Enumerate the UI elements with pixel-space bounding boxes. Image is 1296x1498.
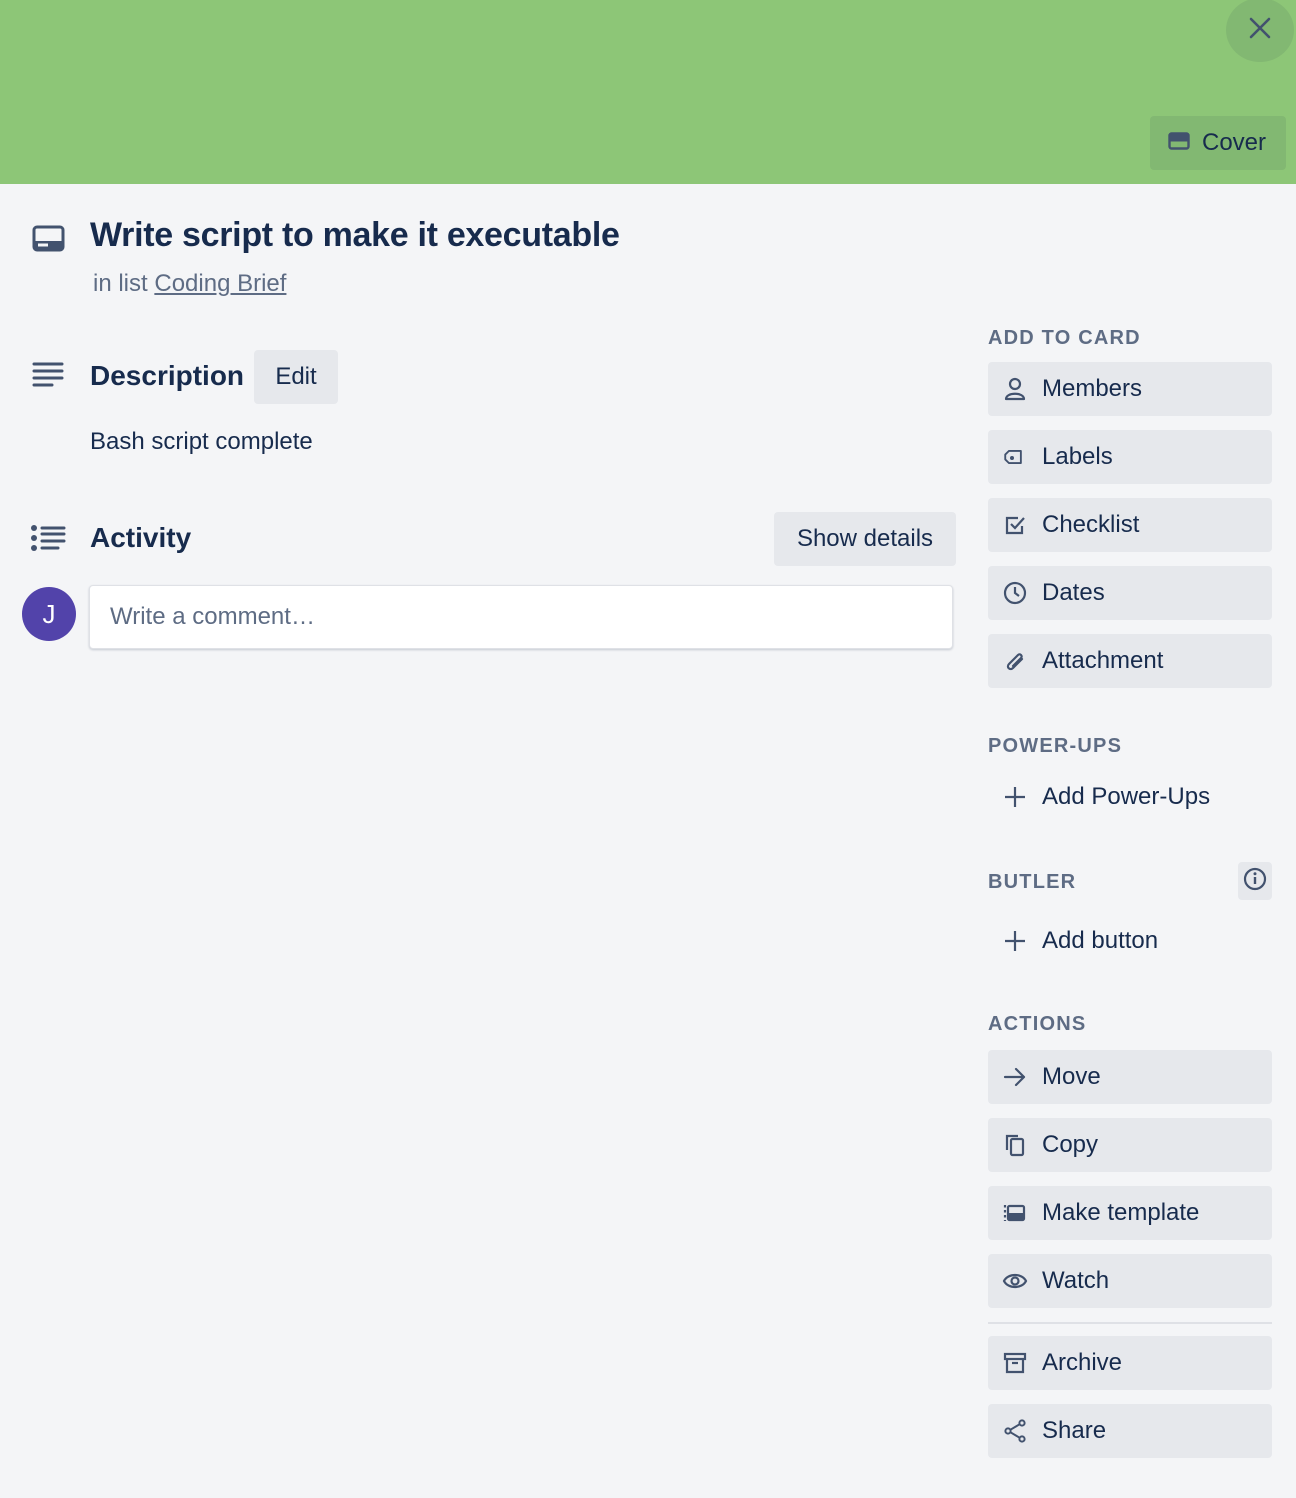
share-icon [1002, 1418, 1028, 1444]
watch-button[interactable]: Watch [988, 1254, 1272, 1308]
card-icon [32, 224, 66, 259]
share-button[interactable]: Share [988, 1404, 1272, 1458]
attachment-button[interactable]: Attachment [988, 634, 1272, 688]
edit-description-button[interactable]: Edit [254, 350, 338, 404]
copy-label: Copy [1042, 1131, 1099, 1158]
actions-divider [988, 1322, 1272, 1324]
label-tag-icon [1002, 444, 1028, 470]
move-label: Move [1042, 1063, 1101, 1090]
attachment-label: Attachment [1042, 647, 1164, 674]
card-cover: Cover [0, 0, 1296, 184]
actions-label: ACTIONS [988, 1013, 1087, 1035]
members-label: Members [1042, 375, 1143, 402]
share-label: Share [1042, 1417, 1107, 1444]
archive-label: Archive [1042, 1349, 1123, 1376]
activity-icon [30, 524, 66, 557]
close-button[interactable] [1226, 0, 1294, 62]
add-butler-button[interactable]: Add button [988, 914, 1272, 968]
add-power-ups-label: Add Power-Ups [1042, 783, 1211, 810]
archive-icon [1002, 1350, 1028, 1376]
dates-button[interactable]: Dates [988, 566, 1272, 620]
make-template-label: Make template [1042, 1199, 1200, 1226]
watch-label: Watch [1042, 1267, 1110, 1294]
paperclip-icon [1002, 648, 1028, 674]
description-heading: Description [90, 360, 245, 391]
members-button[interactable]: Members [988, 362, 1272, 416]
comment-input[interactable] [89, 585, 953, 649]
plus-icon [1002, 928, 1028, 954]
labels-button[interactable]: Labels [988, 430, 1272, 484]
move-button[interactable]: Move [988, 1050, 1272, 1104]
plus-icon [1002, 784, 1028, 810]
eye-icon [1002, 1268, 1028, 1294]
butler-label: BUTLER [988, 871, 1077, 893]
close-icon [1247, 15, 1273, 46]
in-list-prefix: in list [93, 270, 148, 297]
info-icon [1243, 867, 1267, 896]
butler-info-button[interactable] [1238, 862, 1272, 900]
cover-button[interactable]: Cover [1150, 116, 1286, 170]
cover-button-label: Cover [1202, 129, 1267, 156]
checklist-label: Checklist [1042, 511, 1140, 538]
card-title[interactable]: Write script to make it executable [90, 216, 620, 255]
arrow-right-icon [1002, 1064, 1028, 1090]
copy-icon [1002, 1132, 1028, 1158]
labels-label: Labels [1042, 443, 1113, 470]
clock-icon [1002, 580, 1028, 606]
avatar-initial: J [42, 598, 56, 629]
archive-button[interactable]: Archive [988, 1336, 1272, 1390]
template-icon [1002, 1200, 1028, 1226]
checkbox-icon [1002, 512, 1028, 538]
person-icon [1002, 376, 1028, 402]
list-breadcrumb: in list Coding Brief [93, 270, 286, 298]
power-ups-label: POWER-UPS [988, 735, 1123, 757]
add-to-card-label: ADD TO CARD [988, 327, 1141, 349]
add-button-label: Add button [1042, 927, 1159, 954]
checklist-button[interactable]: Checklist [988, 498, 1272, 552]
avatar[interactable]: J [22, 587, 76, 641]
copy-button[interactable]: Copy [988, 1118, 1272, 1172]
make-template-button[interactable]: Make template [988, 1186, 1272, 1240]
list-link[interactable]: Coding Brief [154, 270, 286, 297]
description-icon [32, 361, 64, 394]
show-details-button[interactable]: Show details [774, 512, 956, 566]
activity-heading: Activity [90, 522, 192, 553]
card-cover-icon [1168, 129, 1190, 157]
description-text[interactable]: Bash script complete [90, 428, 313, 456]
add-power-ups-button[interactable]: Add Power-Ups [988, 770, 1272, 824]
dates-label: Dates [1042, 579, 1105, 606]
